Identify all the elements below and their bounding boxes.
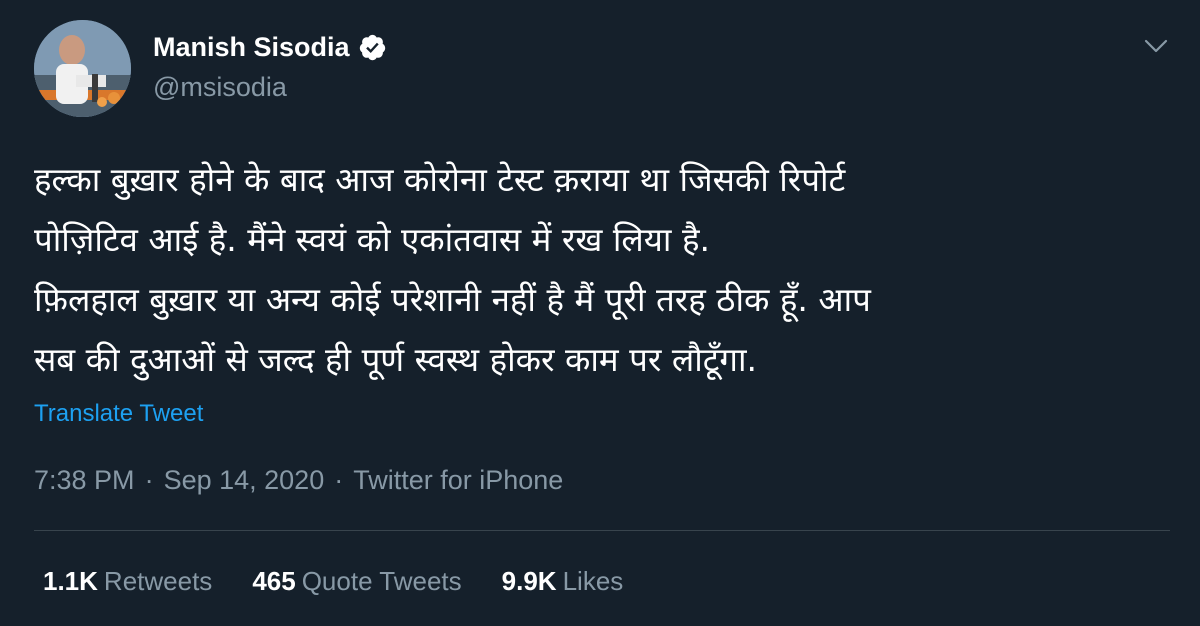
tweet-text-line: पोज़िटिव आई है. मैंने स्वयं को एकांतवास … (34, 220, 710, 259)
tweet-date[interactable]: Sep 14, 2020 (164, 465, 325, 496)
retweets-label: Retweets (103, 566, 213, 596)
translate-tweet-link[interactable]: Translate Tweet (34, 400, 203, 428)
retweets-count: 1.1K (43, 566, 98, 596)
more-options-button[interactable] (1140, 30, 1172, 62)
tweet-card: Manish Sisodia @msisodia हल्का बुख़ार हो… (0, 0, 1200, 626)
tweet-time[interactable]: 7:38 PM (34, 465, 135, 496)
retweets-stat[interactable]: 1.1K Retweets (43, 566, 212, 597)
meta-separator: · (144, 465, 154, 495)
tweet-text-line: फ़िलहाल बुख़ार या अन्य कोई परेशानी नहीं … (34, 280, 871, 319)
divider (34, 530, 1170, 531)
author-handle[interactable]: @msisodia (153, 72, 287, 103)
tweet-text-line: हल्का बुख़ार होने के बाद आज कोरोना टेस्ट… (34, 160, 846, 199)
tweet-stats: 1.1K Retweets 465 Quote Tweets 9.9K Likes (43, 566, 663, 597)
tweet-source[interactable]: Twitter for iPhone (353, 465, 563, 496)
tweet-text: हल्का बुख़ार होने के बाद आज कोरोना टेस्ट… (34, 150, 1174, 390)
chevron-down-icon (1144, 39, 1168, 53)
quote-tweets-stat[interactable]: 465 Quote Tweets (252, 566, 461, 597)
author-name[interactable]: Manish Sisodia (153, 32, 387, 63)
meta-separator: · (334, 465, 344, 495)
author-avatar[interactable] (34, 20, 131, 117)
verified-badge-icon (359, 34, 385, 61)
tweet-text-line: सब की दुआओं से जल्द ही पूर्ण स्वस्थ होकर… (34, 340, 758, 379)
tweet-meta: 7:38 PM · Sep 14, 2020 · Twitter for iPh… (34, 465, 563, 496)
likes-label: Likes (562, 566, 624, 596)
quote-tweets-label: Quote Tweets (301, 566, 462, 596)
likes-count: 9.9K (501, 566, 557, 596)
quote-tweets-count: 465 (252, 566, 296, 596)
avatar-photo-icon (34, 20, 131, 117)
author-name-text: Manish Sisodia (153, 32, 350, 62)
likes-stat[interactable]: 9.9K Likes (502, 566, 624, 597)
